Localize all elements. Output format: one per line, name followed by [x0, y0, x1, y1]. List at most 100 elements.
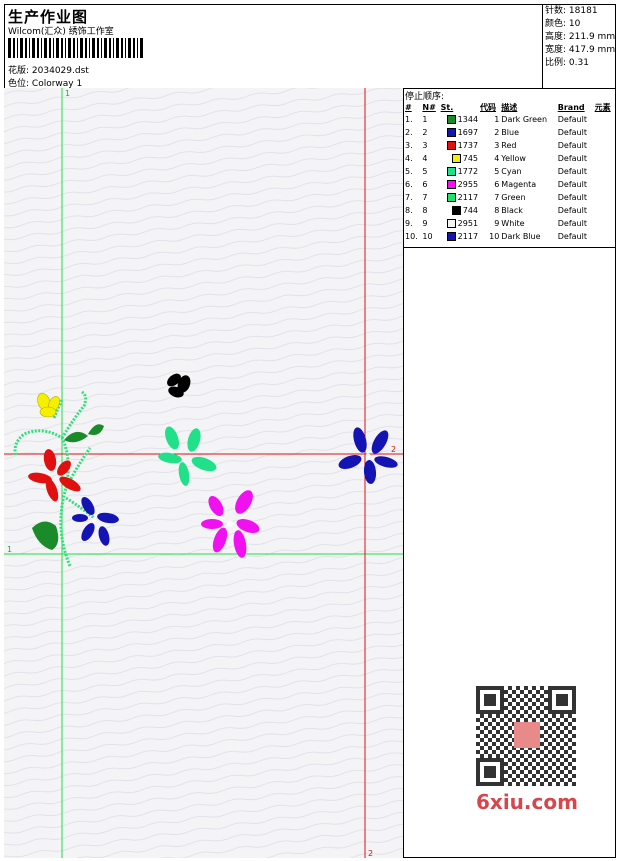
stitch-count: 2951 — [457, 219, 479, 228]
row-needle: 5 — [422, 167, 428, 176]
row-stitches: 2951 — [440, 217, 479, 230]
stat-scale: 比例: 0.31 — [545, 58, 589, 68]
row-stitches: 1344 — [440, 113, 479, 126]
stitch-count: 2955 — [457, 180, 479, 189]
stats-panel: 针数: 18181 颜色: 10 高度: 211.9 mm 宽度: 417.9 … — [542, 4, 616, 89]
stat-colors: 颜色: 10 — [545, 19, 581, 29]
row-index: 3. — [405, 141, 413, 150]
table-row: 3. 3 1737 3 Red Default — [404, 139, 615, 152]
row-stitches: 2955 — [440, 178, 479, 191]
row-code: 10 — [489, 232, 500, 241]
row-description: Red — [501, 141, 517, 150]
stitch-count: 745 — [462, 154, 479, 163]
row-code: 2 — [494, 128, 500, 137]
color-swatch — [446, 180, 456, 189]
row-brand: Default — [557, 180, 587, 189]
stitch-count: 1697 — [457, 128, 479, 137]
row-index: 4. — [405, 154, 413, 163]
stat-width: 宽度: 417.9 mm — [545, 45, 616, 55]
row-stitches: 1772 — [440, 165, 479, 178]
row-needle: 4 — [422, 154, 428, 163]
row-index: 1. — [405, 115, 413, 124]
company-name: Wilcom(汇众) 绣饰工作室 — [8, 27, 114, 37]
row-element — [594, 126, 615, 139]
barcode — [8, 38, 143, 58]
row-needle: 8 — [422, 206, 428, 215]
pattern-value: 2034029.dst — [31, 66, 89, 76]
stitch-count: 1737 — [457, 141, 479, 150]
table-row: 1. 1 1344 1 Dark Green Default — [404, 113, 615, 126]
design-canvas: 1 1 2 2 — [4, 88, 403, 858]
header-panel: 生产作业图 Wilcom(汇众) 绣饰工作室 花版: 2034029.dst 色… — [4, 4, 616, 89]
color-swatch — [446, 128, 456, 137]
color-swatch — [451, 206, 461, 215]
table-row: 5. 5 1772 5 Cyan Default — [404, 165, 615, 178]
row-element — [594, 152, 615, 165]
row-code: 4 — [494, 154, 500, 163]
row-brand: Default — [557, 128, 587, 137]
row-index: 9. — [405, 219, 413, 228]
row-description: Magenta — [501, 180, 537, 189]
color-swatch — [451, 154, 461, 163]
row-element — [594, 230, 615, 243]
table-header-row: # N# St. 代码 描述 Brand 元素 — [404, 101, 615, 113]
row-needle: 9 — [422, 219, 428, 228]
table-row: 2. 2 1697 2 Blue Default — [404, 126, 615, 139]
row-brand: Default — [557, 167, 587, 176]
row-brand: Default — [557, 219, 587, 228]
color-swatch — [446, 141, 456, 150]
table-row: 9. 9 2951 9 White Default — [404, 217, 615, 230]
row-description: Dark Blue — [501, 232, 541, 241]
row-description: Yellow — [501, 154, 526, 163]
red-right-label: 2 — [391, 445, 396, 454]
color-swatch — [446, 115, 456, 124]
table-row: 10. 10 2117 10 Dark Blue Default — [404, 230, 615, 243]
row-stitches: 744 — [440, 204, 479, 217]
row-needle: 10 — [422, 232, 433, 241]
row-stitches: 745 — [440, 152, 479, 165]
stitch-count: 744 — [462, 206, 479, 215]
table-row: 7. 7 2117 7 Green Default — [404, 191, 615, 204]
row-element — [594, 204, 615, 217]
stitch-count: 2117 — [457, 232, 479, 241]
stitch-count: 1772 — [457, 167, 479, 176]
row-code: 6 — [494, 180, 500, 189]
stop-sequence-panel: 停止顺序: # N# St. 代码 描述 Brand 元素 1. 1 1344 1 Da… — [404, 88, 616, 248]
row-index: 5. — [405, 167, 413, 176]
col-description: 描述 — [501, 102, 518, 112]
row-needle: 7 — [422, 193, 428, 202]
row-brand: Default — [557, 141, 587, 150]
row-index: 10. — [405, 232, 418, 241]
row-brand: Default — [557, 206, 587, 215]
col-brand: Brand — [557, 102, 585, 112]
watermark-logo: 6xiu.com — [476, 790, 578, 814]
stitch-count: 2117 — [457, 193, 479, 202]
row-needle: 1 — [422, 115, 428, 124]
col-element: 元素 — [594, 102, 611, 112]
row-description: Blue — [501, 128, 519, 137]
row-description: White — [501, 219, 525, 228]
row-stitches: 1737 — [440, 139, 479, 152]
row-needle: 6 — [422, 180, 428, 189]
row-needle: 2 — [422, 128, 428, 137]
col-code: 代码 — [480, 102, 497, 112]
row-element — [594, 113, 615, 126]
row-code: 9 — [494, 219, 500, 228]
color-swatch — [446, 219, 456, 228]
stat-stitches: 针数: 18181 — [545, 6, 598, 16]
row-brand: Default — [557, 154, 587, 163]
row-stitches: 1697 — [440, 126, 479, 139]
row-element — [594, 191, 615, 204]
color-swatch — [446, 232, 456, 241]
row-stitches: 2117 — [440, 191, 479, 204]
row-stitches: 2117 — [440, 230, 479, 243]
col-stitches: St. — [440, 102, 454, 112]
table-row: 4. 4 745 4 Yellow Default — [404, 152, 615, 165]
row-description: Dark Green — [501, 115, 548, 124]
col-needle: N# — [422, 102, 436, 112]
red-bottom-label: 2 — [368, 849, 373, 858]
row-element — [594, 178, 615, 191]
row-element — [594, 165, 615, 178]
row-needle: 3 — [422, 141, 428, 150]
color-swatch — [446, 167, 456, 176]
